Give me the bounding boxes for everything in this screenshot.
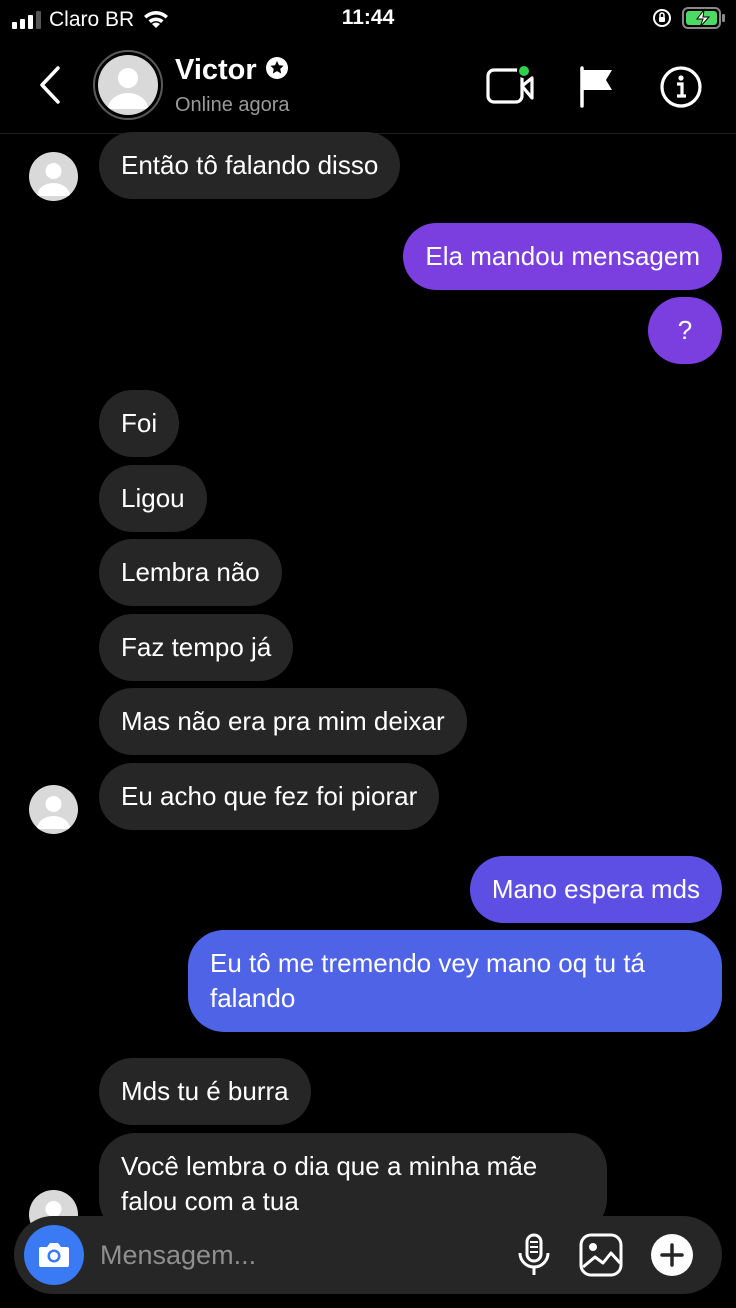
status-bar: Claro BR 11:44 bbox=[0, 0, 736, 38]
message-bubble-incoming[interactable]: Então tô falando disso bbox=[99, 132, 401, 199]
message-bubble-incoming[interactable]: Mas não era pra mim deixar bbox=[99, 688, 467, 755]
message-bubble-incoming[interactable]: Ligou bbox=[99, 465, 207, 532]
message-bubble-incoming[interactable]: Foi bbox=[99, 390, 180, 457]
message-input[interactable] bbox=[100, 1236, 500, 1274]
status-right bbox=[652, 7, 726, 34]
message-bubble-outgoing[interactable]: Eu tô me tremendo vey mano oq tu tá fala… bbox=[188, 930, 722, 1032]
sender-avatar[interactable] bbox=[29, 152, 78, 201]
message-composer bbox=[14, 1216, 722, 1294]
plus-icon[interactable] bbox=[648, 1231, 696, 1279]
contact-name-row[interactable]: Victor bbox=[175, 54, 289, 87]
message-bubble-incoming[interactable]: Lembra não bbox=[99, 539, 282, 606]
message-bubble-incoming[interactable]: Mds tu é burra bbox=[99, 1058, 311, 1125]
microphone-icon[interactable] bbox=[510, 1231, 558, 1279]
contact-avatar[interactable] bbox=[93, 50, 163, 120]
message-bubble-incoming[interactable]: Faz tempo já bbox=[99, 614, 294, 681]
gallery-icon[interactable] bbox=[577, 1231, 625, 1279]
verified-badge-icon bbox=[265, 56, 289, 85]
message-bubble-incoming[interactable]: Eu acho que fez foi piorar bbox=[99, 763, 440, 830]
message-bubble-outgoing[interactable]: Ela mandou mensagem bbox=[403, 223, 722, 290]
video-call-icon[interactable] bbox=[486, 64, 534, 110]
contact-name: Victor bbox=[175, 54, 257, 86]
orientation-lock-icon bbox=[652, 8, 672, 33]
info-icon[interactable] bbox=[658, 64, 704, 110]
sender-avatar[interactable] bbox=[29, 785, 78, 834]
chat-header: Victor Online agora bbox=[0, 38, 736, 134]
clock: 11:44 bbox=[341, 6, 395, 29]
flag-icon[interactable] bbox=[576, 64, 622, 110]
message-bubble-outgoing[interactable]: ? bbox=[648, 297, 722, 364]
message-bubble-outgoing[interactable]: Mano espera mds bbox=[469, 856, 722, 923]
contact-status: Online agora bbox=[175, 94, 290, 116]
battery-charging-icon bbox=[682, 7, 726, 34]
back-chevron-icon[interactable] bbox=[28, 60, 72, 110]
camera-icon[interactable] bbox=[24, 1225, 84, 1285]
